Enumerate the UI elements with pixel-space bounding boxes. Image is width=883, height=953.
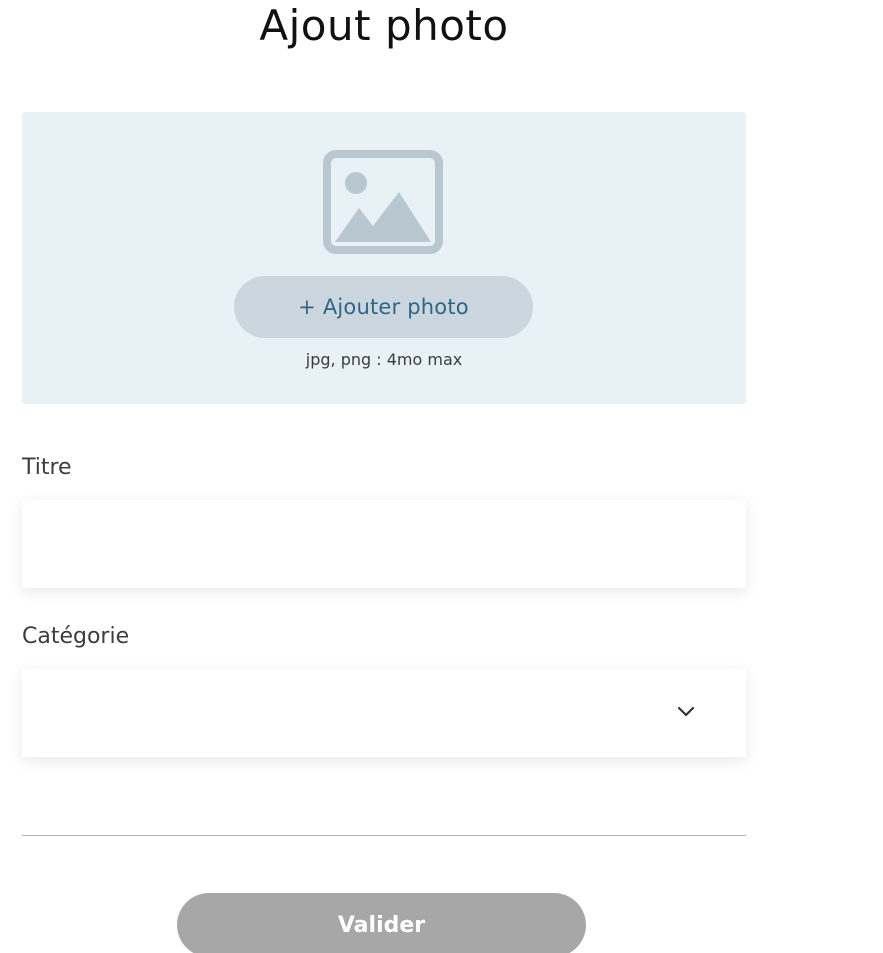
add-photo-modal: Ajout photo + Ajouter photo jpg, png : 4… (0, 0, 883, 953)
validate-button[interactable]: Valider (177, 893, 586, 953)
add-photo-button[interactable]: + Ajouter photo (234, 276, 533, 338)
page-title: Ajout photo (259, 1, 509, 50)
file-format-hint: jpg, png : 4mo max (305, 350, 463, 369)
image-placeholder-icon (323, 150, 443, 254)
chevron-down-icon (677, 706, 695, 717)
title-label: Titre (22, 455, 72, 480)
photo-upload-zone[interactable]: + Ajouter photo jpg, png : 4mo max (22, 112, 746, 404)
form-divider (22, 835, 746, 836)
category-label: Catégorie (22, 624, 130, 649)
category-select[interactable] (22, 669, 746, 757)
title-input[interactable] (22, 500, 746, 588)
